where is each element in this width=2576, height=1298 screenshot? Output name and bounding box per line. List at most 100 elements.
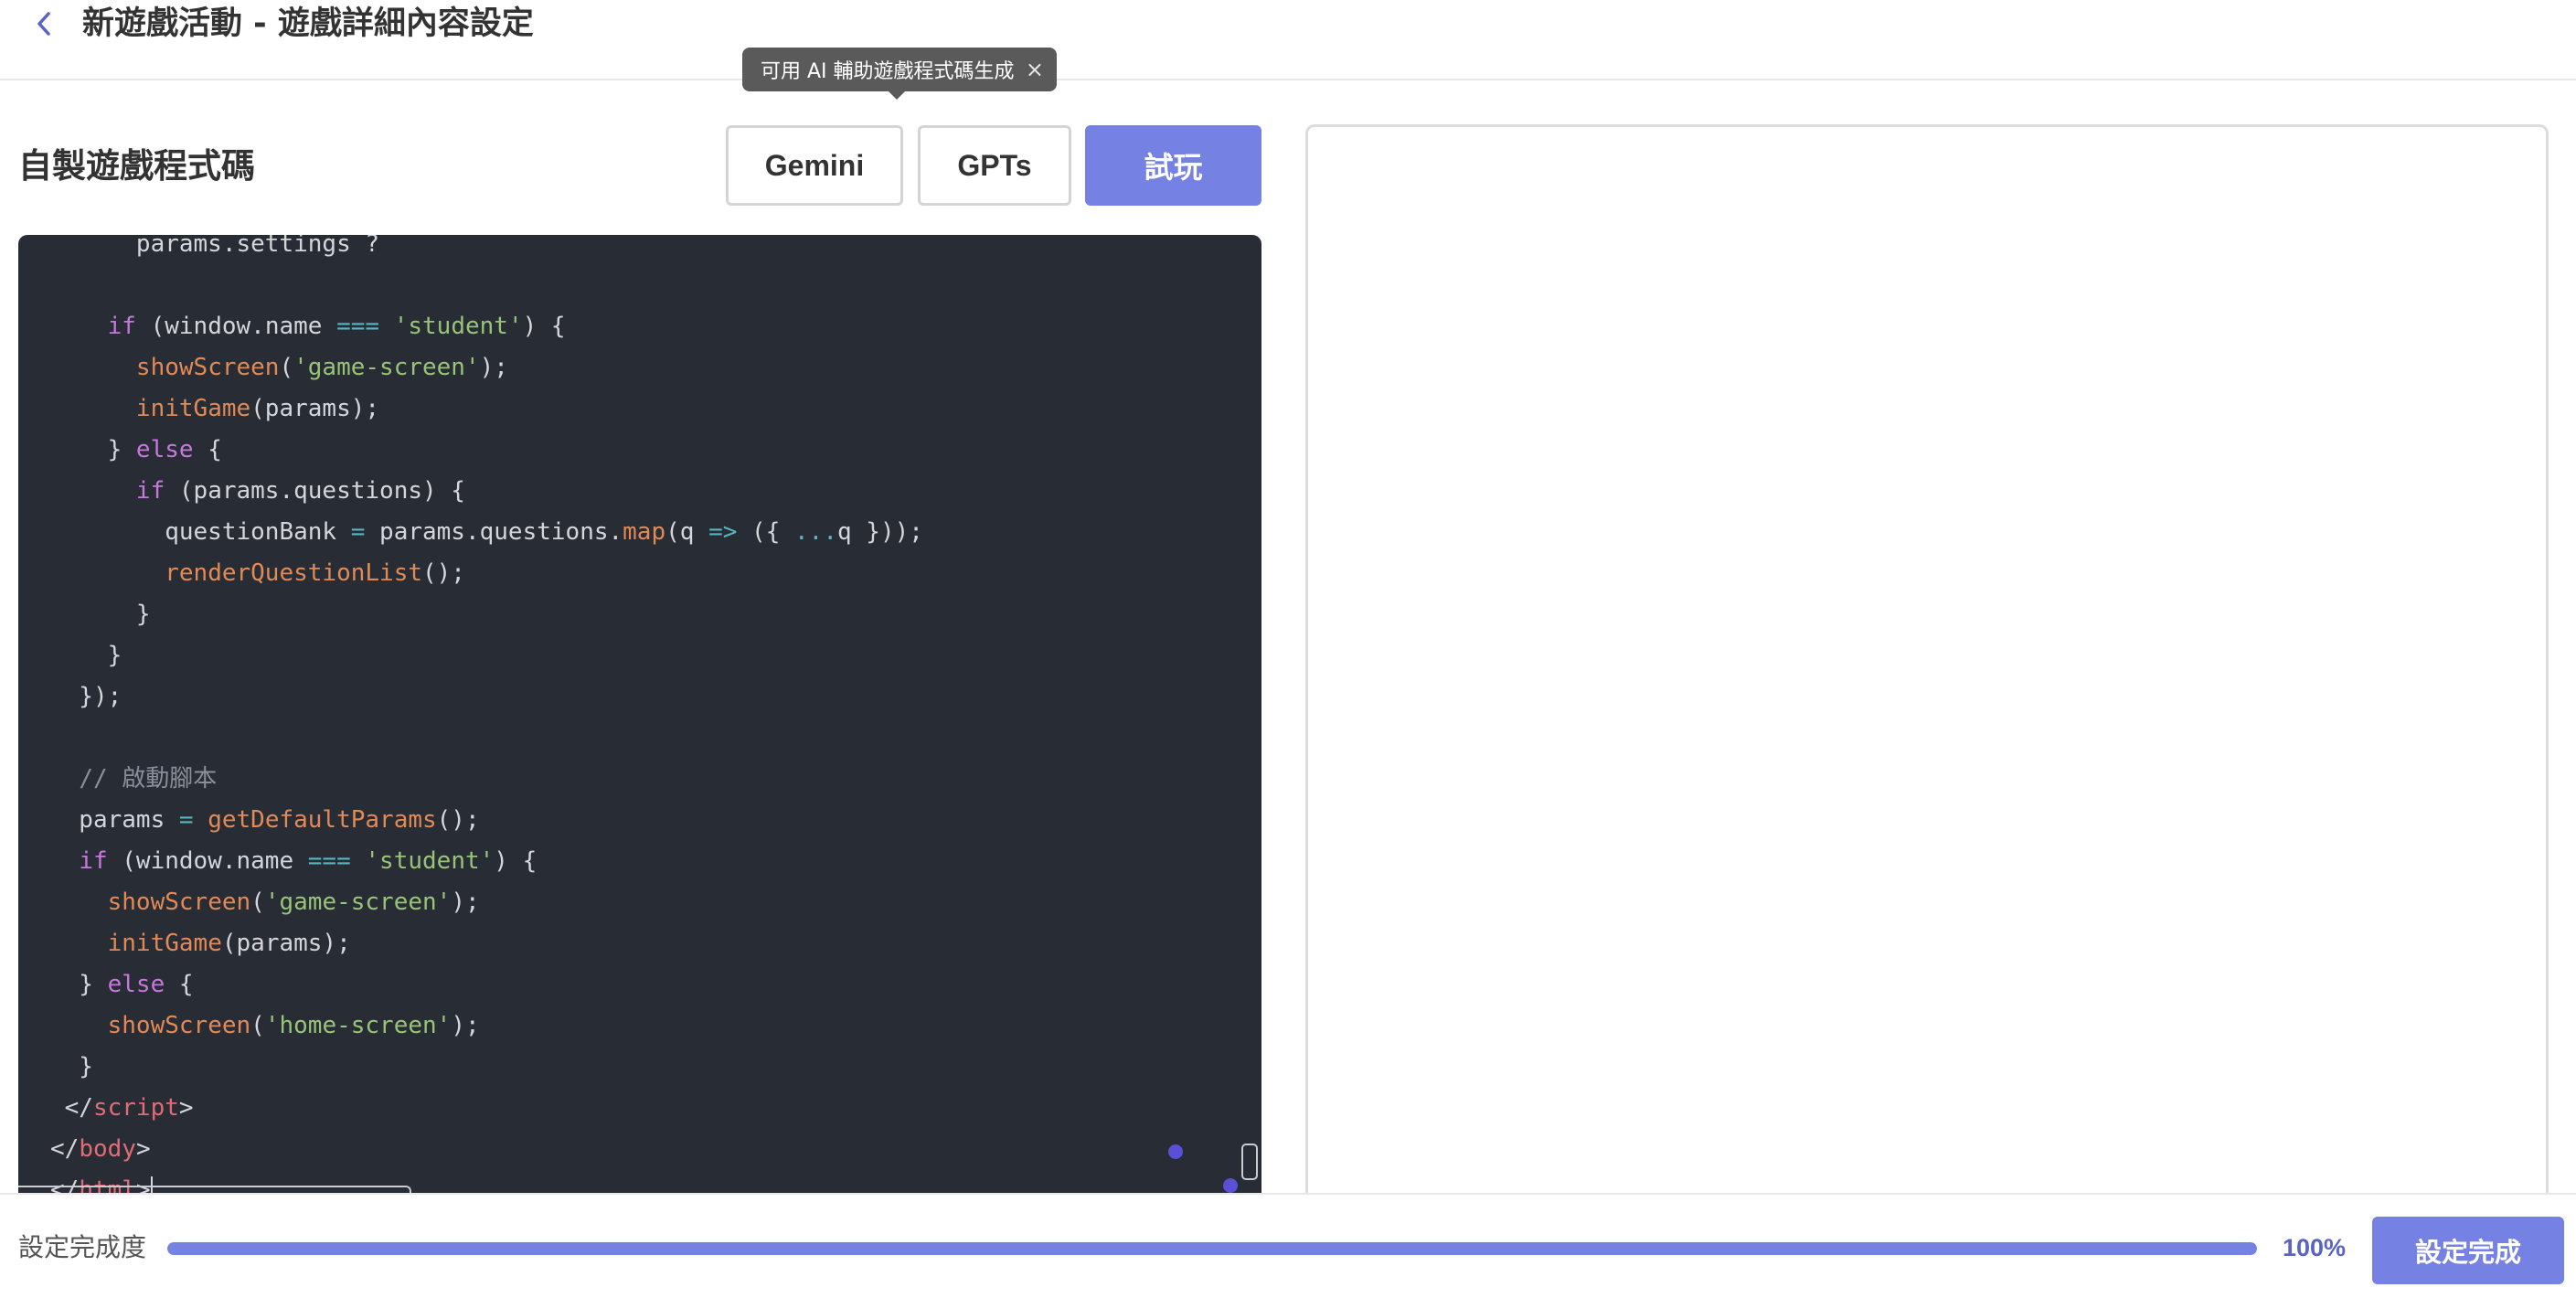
code-line: showScreen('game-screen'); (50, 347, 508, 388)
close-icon[interactable]: × (1026, 59, 1044, 80)
code-token: { (165, 971, 194, 998)
code-token: ({ (737, 518, 795, 546)
code-token: if (79, 847, 108, 875)
back-button[interactable] (27, 7, 60, 40)
code-line: // 啟動腳本 (50, 759, 217, 800)
code-token: params.questions. (365, 518, 623, 546)
chevron-left-icon (37, 12, 50, 36)
finish-settings-button[interactable]: 設定完成 (2372, 1217, 2564, 1284)
code-token: => (708, 518, 738, 546)
game-preview-panel (1305, 124, 2549, 1194)
code-token: ( (279, 354, 294, 381)
editor-resize-handle[interactable] (1223, 1178, 1238, 1193)
code-line: if (window.name === 'student') { (50, 306, 566, 347)
code-token: (params.questions) { (165, 477, 465, 505)
code-token: body (79, 1135, 136, 1163)
code-token: (params); (221, 930, 351, 957)
tooltip-text: 可用 AI 輔助遊戲程式碼生成 (761, 60, 1015, 83)
code-token: if (107, 313, 136, 340)
code-line: } (50, 1047, 93, 1088)
code-line: params = getDefaultParams(); (50, 800, 480, 841)
code-token: (params); (250, 395, 380, 422)
code-line: } (50, 635, 122, 676)
code-token: 'game-screen' (264, 888, 452, 916)
code-token: questionBank (50, 518, 351, 546)
code-token: map (623, 518, 666, 546)
code-line: if (window.name === 'student') { (50, 841, 537, 882)
code-token: }); (50, 683, 122, 710)
code-token: ( (250, 1012, 265, 1039)
code-token: </ (50, 1135, 80, 1163)
progress-label: 設定完成度 (18, 1232, 147, 1262)
code-token: } (50, 436, 136, 463)
code-token: script (92, 1094, 179, 1122)
section-title: 自製遊戲程式碼 (18, 146, 255, 186)
code-token: params.settings ? (50, 235, 380, 258)
code-token: else (107, 971, 165, 998)
code-token: (); (422, 559, 465, 587)
code-token: else (135, 436, 194, 463)
code-token: } (50, 601, 151, 628)
code-token: ); (451, 888, 480, 916)
code-line: } (50, 594, 151, 635)
code-token: initGame (107, 930, 222, 957)
code-token: ); (451, 1012, 480, 1039)
code-token: // 啟動腳本 (79, 765, 218, 793)
code-line: </script> (50, 1088, 194, 1129)
code-token: (); (436, 806, 480, 834)
code-token: 'student' (365, 847, 495, 875)
editor-scrollbar-thumb[interactable] (1241, 1144, 1258, 1180)
footer-bar: 設定完成度 100% 設定完成 (0, 1193, 2576, 1298)
code-token: (window.name (107, 847, 308, 875)
gemini-button[interactable]: Gemini (726, 125, 903, 206)
code-line: } else { (50, 430, 222, 471)
editor-horizontal-scrollbar[interactable] (18, 1186, 411, 1193)
code-line: showScreen('home-screen'); (50, 1005, 480, 1047)
code-token: > (178, 1094, 194, 1122)
code-token: ) { (494, 847, 538, 875)
code-token: } (50, 642, 122, 669)
gpts-button[interactable]: GPTs (918, 125, 1071, 206)
editor-marker (1168, 1144, 1183, 1159)
code-line: } else { (50, 964, 194, 1005)
code-token: if (135, 477, 165, 505)
code-token: params (50, 806, 179, 834)
code-line: questionBank = params.questions.map(q =>… (50, 512, 923, 553)
code-line: initGame(params); (50, 388, 379, 430)
code-token: 'student' (393, 313, 523, 340)
code-token: (window.name (135, 313, 337, 340)
code-token: ... (794, 518, 837, 546)
code-token: showScreen (135, 354, 280, 381)
code-token: ); (479, 354, 508, 381)
ai-hint-tooltip: 可用 AI 輔助遊戲程式碼生成 × (742, 48, 1057, 91)
code-token: initGame (135, 395, 251, 422)
code-token: getDefaultParams (208, 806, 437, 834)
progress-bar (167, 1242, 2257, 1255)
code-line: initGame(params); (50, 923, 351, 964)
code-token: 'game-screen' (293, 354, 480, 381)
progress-bar-fill (167, 1242, 2257, 1255)
code-line: renderQuestionList(); (50, 553, 465, 594)
code-token: = (350, 518, 366, 546)
code-editor[interactable]: params.settings ? if (window.name === 's… (18, 235, 1261, 1193)
code-line: </body> (50, 1129, 151, 1170)
page-title: 新遊戲活動 - 遊戲詳細內容設定 (82, 5, 534, 42)
code-token: </ (50, 1094, 93, 1122)
code-line: params.settings ? (50, 235, 379, 265)
code-token: (q (665, 518, 709, 546)
try-play-button[interactable]: 試玩 (1085, 125, 1261, 206)
code-token: === (307, 847, 351, 875)
code-token: ( (250, 888, 265, 916)
progress-percent: 100% (2283, 1234, 2347, 1261)
